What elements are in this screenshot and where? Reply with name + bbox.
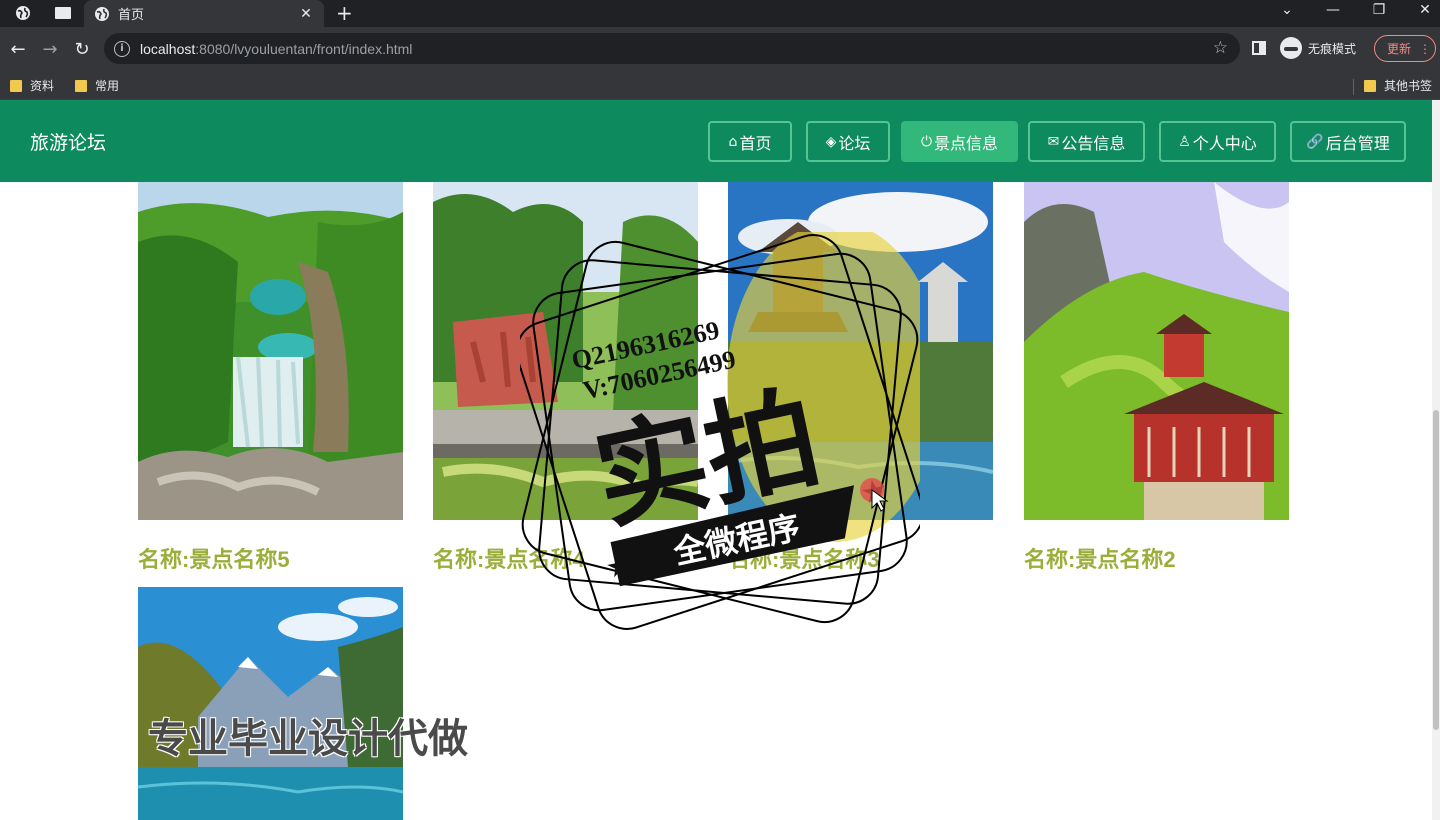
scenic-image[interactable] [138, 182, 403, 520]
scenic-card[interactable]: 名称:景点名称2 [1024, 182, 1289, 574]
scenic-card[interactable] [138, 587, 403, 820]
nav-scenic-button[interactable]: ⏻ 景点信息 [901, 121, 1018, 162]
scenic-card[interactable]: 名称:景点名称5 [138, 182, 403, 574]
scenic-image[interactable] [433, 182, 698, 520]
mail-icon: ✉ [1047, 133, 1060, 150]
minimize-icon[interactable]: — [1318, 2, 1348, 18]
bookmark-separator [1353, 79, 1354, 95]
nav-admin-button[interactable]: 🔗 后台管理 [1290, 121, 1406, 162]
scenic-name[interactable]: 名称:景点名称3 [728, 542, 993, 574]
power-icon: ⏻ [920, 133, 933, 150]
scenic-name[interactable]: 名称:景点名称2 [1024, 542, 1289, 574]
update-label: 更新 [1387, 42, 1412, 56]
scenic-image[interactable] [1024, 182, 1289, 520]
globe-icon[interactable] [14, 4, 32, 22]
bookmark-folder[interactable]: 资料 [10, 77, 54, 94]
menu-dots-icon: ⋮ [1419, 41, 1432, 56]
home-icon: ⌂ [728, 133, 738, 150]
scenic-image[interactable] [138, 587, 403, 820]
scenic-name[interactable]: 名称:景点名称5 [138, 542, 403, 574]
tab-list-icon[interactable]: ⌄ [1272, 2, 1302, 18]
nav-notice-button[interactable]: ✉ 公告信息 [1028, 121, 1145, 162]
scenic-card[interactable]: 名称:景点名称3 [728, 182, 993, 574]
scrollbar-thumb[interactable] [1433, 410, 1439, 730]
nav-profile-button[interactable]: ♙ 个人中心 [1159, 121, 1276, 162]
info-icon[interactable]: i [114, 40, 130, 57]
nav-home-button[interactable]: ⌂ 首页 [708, 121, 792, 162]
incognito-indicator[interactable]: 无痕模式 [1280, 37, 1356, 59]
scenic-card[interactable]: 名称:景点名称4 [433, 182, 698, 574]
close-window-icon[interactable]: ✕ [1410, 2, 1440, 18]
new-tab-icon[interactable]: + [336, 2, 353, 24]
close-tab-icon[interactable]: ✕ [296, 4, 316, 24]
incognito-icon [1280, 37, 1302, 59]
url-text: localhost:8080/lvyouluentan/front/index.… [140, 40, 413, 57]
tab-search-icon[interactable] [54, 4, 72, 22]
incognito-label: 无痕模式 [1308, 41, 1357, 56]
reload-icon[interactable]: ↻ [70, 37, 94, 61]
globe-icon [95, 6, 109, 21]
update-button[interactable]: 更新 ⋮ [1374, 35, 1436, 62]
folder-icon [75, 79, 87, 92]
bookmark-folder[interactable]: 常用 [75, 77, 119, 94]
address-bar[interactable]: i localhost:8080/lvyouluentan/front/inde… [104, 33, 1240, 64]
bookmark-star-icon[interactable]: ☆ [1213, 38, 1228, 58]
folder-icon [10, 79, 22, 92]
scenic-name[interactable]: 名称:景点名称4 [433, 542, 698, 574]
tab-title: 首页 [118, 8, 145, 23]
side-panel-icon[interactable] [1252, 41, 1266, 55]
site-brand[interactable]: 旅游论坛 [30, 128, 106, 155]
browser-tab-bar: 首页 ✕ + ⌄ — ❐ ✕ [0, 0, 1440, 27]
nav-forum-button[interactable]: ◈ 论坛 [806, 121, 890, 162]
site-header: 旅游论坛 ⌂ 首页 ◈ 论坛 ⏻ 景点信息 ✉ 公告信息 ♙ 个人中心 🔗 后台管理 [0, 100, 1432, 182]
link-icon: 🔗 [1306, 133, 1324, 150]
bookmarks-bar: 资料 常用 其他书签 [0, 71, 1440, 100]
user-icon: ♙ [1178, 133, 1191, 150]
scenic-image[interactable] [728, 182, 993, 520]
active-tab[interactable]: 首页 ✕ [84, 0, 324, 27]
other-bookmarks[interactable]: 其他书签 [1364, 77, 1432, 94]
overlay-caption: 专业毕业设计代做 [148, 717, 468, 761]
restore-icon[interactable]: ❐ [1364, 2, 1394, 18]
browser-toolbar: ← → ↻ i localhost:8080/lvyouluentan/fron… [0, 27, 1440, 71]
back-icon[interactable]: ← [6, 37, 30, 61]
layers-icon: ◈ [825, 133, 837, 150]
forward-icon[interactable]: → [38, 37, 62, 61]
folder-icon [1364, 79, 1376, 92]
